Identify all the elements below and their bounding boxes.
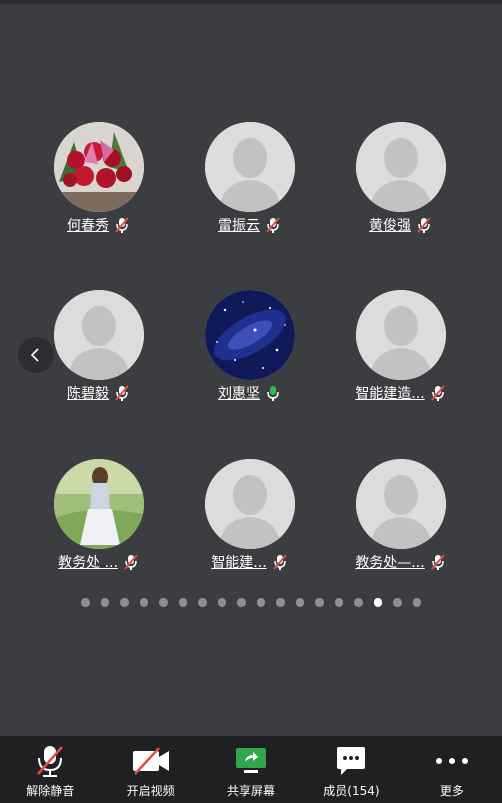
page-dot[interactable]: [256, 598, 265, 607]
meeting-screen: 何春秀 雷振云 黄俊强 陈碧毅 刘惠坚 智能建造... 教务处 ... 智能建.…: [0, 0, 502, 803]
more-button[interactable]: 更多: [402, 736, 502, 803]
members-label: 成员(154): [323, 784, 380, 798]
girl-photo-avatar: [54, 459, 144, 549]
unmute-button[interactable]: 解除静音: [0, 736, 100, 803]
members-button[interactable]: 成员(154): [301, 736, 401, 803]
default-avatar: [54, 290, 144, 380]
page-dot[interactable]: [354, 598, 363, 607]
default-avatar: [356, 290, 446, 380]
more-dots-icon: [435, 758, 468, 764]
start-video-button[interactable]: 开启视频: [100, 736, 200, 803]
previous-page-button[interactable]: [18, 337, 54, 373]
page-dot[interactable]: [120, 598, 129, 607]
participant-tile[interactable]: 智能建...: [175, 459, 325, 589]
mic-muted-icon: [430, 554, 445, 570]
participant-name: 刘惠坚: [218, 386, 260, 402]
page-dot[interactable]: [81, 598, 90, 607]
mic-muted-icon: [272, 554, 287, 570]
page-dot[interactable]: [217, 598, 226, 607]
default-avatar: [205, 122, 295, 212]
page-dot[interactable]: [412, 598, 421, 607]
chat-members-icon: [337, 747, 366, 775]
share-screen-label: 共享屏幕: [227, 784, 276, 798]
default-avatar: [205, 459, 295, 549]
participant-tile[interactable]: 黄俊强: [326, 122, 476, 252]
participant-name: 智能建造...: [355, 386, 425, 402]
participant-name: 教务处—...: [355, 555, 425, 571]
mic-off-icon: [37, 746, 64, 777]
mic-muted-icon: [430, 385, 445, 401]
chevron-left-icon: [30, 348, 39, 362]
participant-tile[interactable]: 教务处—...: [326, 459, 476, 589]
page-dot[interactable]: [178, 598, 187, 607]
mic-active-icon: [267, 386, 279, 401]
page-dot[interactable]: [276, 598, 285, 607]
participant-tile[interactable]: 教务处 ...: [24, 459, 174, 589]
share-screen-icon: [236, 748, 267, 773]
mic-muted-icon: [266, 217, 280, 233]
participant-tile[interactable]: 智能建造...: [326, 290, 476, 420]
participant-name: 智能建...: [211, 555, 267, 571]
page-dot[interactable]: [159, 598, 168, 607]
page-dot[interactable]: [198, 598, 207, 607]
page-dot[interactable]: [393, 598, 402, 607]
participant-name: 雷振云: [218, 218, 260, 234]
start-video-label: 开启视频: [126, 784, 175, 798]
participant-name: 教务处 ...: [58, 555, 118, 571]
video-off-icon: [132, 747, 169, 775]
participant-name: 何春秀: [67, 218, 109, 234]
default-avatar: [356, 459, 446, 549]
participant-name: 陈碧毅: [67, 386, 109, 402]
bottom-toolbar: 解除静音 开启视频 共享屏幕 成员(154) 更多: [0, 736, 502, 803]
page-dot[interactable]: [295, 598, 304, 607]
page-dot[interactable]: [334, 598, 343, 607]
flowers-avatar: [54, 122, 144, 212]
mic-muted-icon: [124, 554, 138, 570]
mic-muted-icon: [115, 217, 129, 233]
mic-muted-icon: [417, 217, 431, 233]
page-dot[interactable]: [237, 598, 246, 607]
share-screen-button[interactable]: 共享屏幕: [201, 736, 301, 803]
page-dot[interactable]: [100, 598, 109, 607]
more-label: 更多: [439, 784, 464, 798]
page-dot[interactable]: [139, 598, 148, 607]
unmute-label: 解除静音: [26, 784, 75, 798]
participant-name: 黄俊强: [369, 218, 411, 234]
participant-tile[interactable]: 雷振云: [175, 122, 325, 252]
default-avatar: [356, 122, 446, 212]
galaxy-avatar: [205, 290, 295, 380]
participant-tile[interactable]: 何春秀: [24, 122, 174, 252]
participant-tile[interactable]: 刘惠坚: [175, 290, 325, 420]
page-dot[interactable]: [315, 598, 324, 607]
participant-grid: 何春秀 雷振云 黄俊强 陈碧毅 刘惠坚 智能建造... 教务处 ... 智能建.…: [0, 0, 502, 803]
page-indicator: [0, 598, 502, 610]
mic-muted-icon: [115, 385, 129, 401]
page-dot-active[interactable]: [373, 598, 382, 607]
